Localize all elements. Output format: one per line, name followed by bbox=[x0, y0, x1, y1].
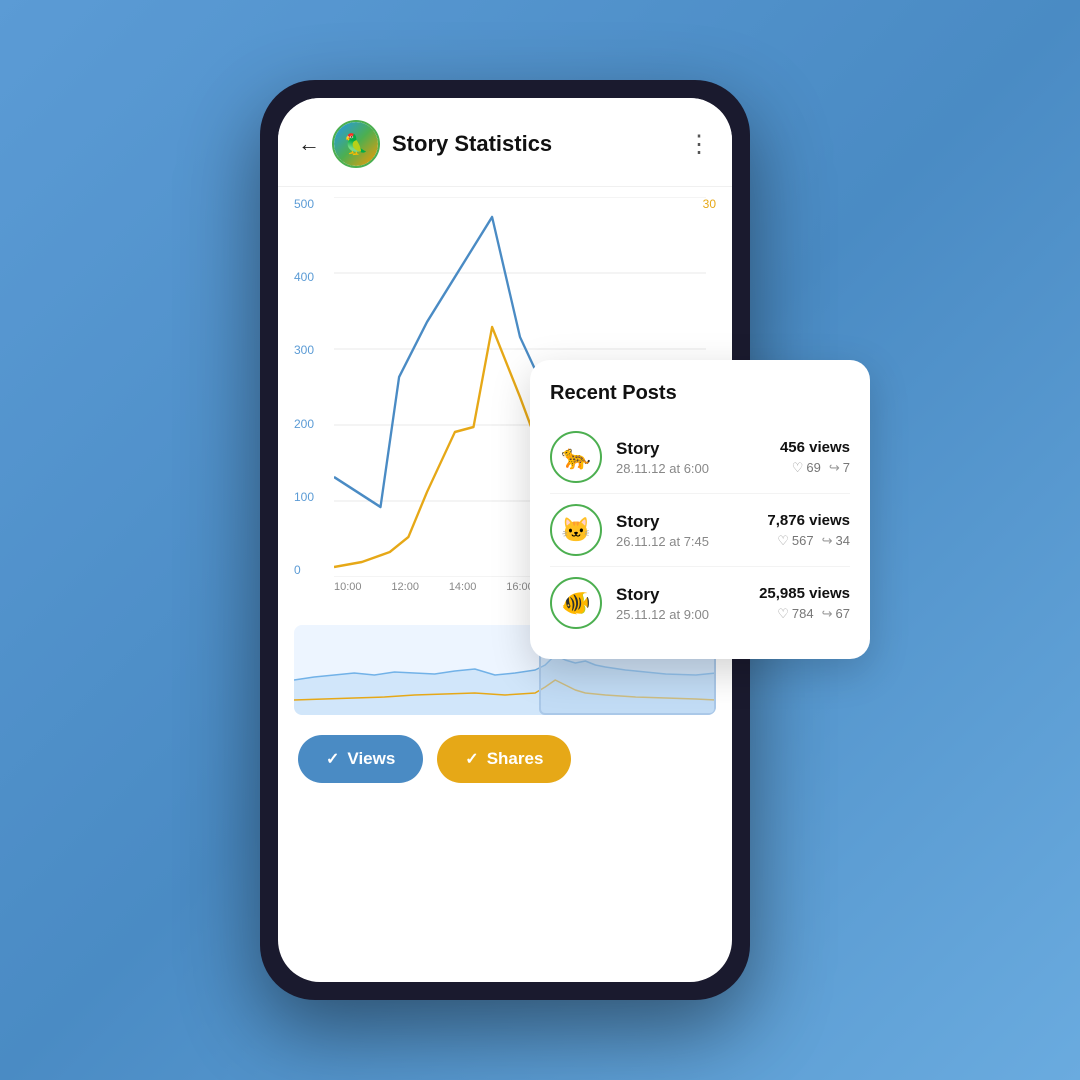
shares-item-1: ↪ 7 bbox=[829, 460, 850, 476]
post-stats-2: 7,876 views ♡ 567 ↪ 34 bbox=[767, 512, 850, 549]
post-avatar-3: 🐠 bbox=[550, 577, 602, 629]
views-check-icon: ✓ bbox=[326, 749, 339, 769]
share-icon-3: ↪ bbox=[822, 606, 833, 622]
post-engagement-1: ♡ 69 ↪ 7 bbox=[780, 460, 850, 476]
views-label: Views bbox=[347, 749, 395, 769]
shares-item-3: ↪ 67 bbox=[822, 606, 850, 622]
x-label-1: 10:00 bbox=[334, 581, 362, 593]
more-options-button[interactable]: ⋮ bbox=[687, 130, 712, 159]
post-views-3: 25,985 views bbox=[759, 585, 850, 602]
back-button[interactable]: ← bbox=[298, 131, 320, 157]
post-date-3: 25.11.12 at 9:00 bbox=[616, 607, 745, 622]
share-icon-2: ↪ bbox=[822, 533, 833, 549]
post-stats-3: 25,985 views ♡ 784 ↪ 67 bbox=[759, 585, 850, 622]
recent-posts-card: Recent Posts 🐆 Story 28.11.12 at 6:00 45… bbox=[530, 360, 870, 659]
heart-icon-3: ♡ bbox=[777, 606, 789, 622]
avatar-image: 🦜 bbox=[334, 122, 378, 166]
post-title-1: Story bbox=[616, 439, 766, 459]
y-label-500: 500 bbox=[294, 197, 314, 211]
post-item-2[interactable]: 🐱 Story 26.11.12 at 7:45 7,876 views ♡ 5… bbox=[550, 494, 850, 567]
shares-button[interactable]: ✓ Shares bbox=[437, 735, 571, 783]
shares-label: Shares bbox=[487, 749, 544, 769]
x-label-2: 12:00 bbox=[391, 581, 419, 593]
profile-avatar: 🦜 bbox=[332, 120, 380, 168]
likes-item-2: ♡ 567 bbox=[777, 533, 813, 549]
heart-icon-2: ♡ bbox=[777, 533, 789, 549]
app-header: ← 🦜 Story Statistics ⋮ bbox=[278, 98, 732, 187]
likes-count-3: 784 bbox=[792, 606, 814, 621]
y-axis-labels: 500 400 300 200 100 0 bbox=[294, 197, 314, 577]
shares-count-1: 7 bbox=[843, 460, 850, 475]
post-title-2: Story bbox=[616, 512, 753, 532]
y-label-200: 200 bbox=[294, 417, 314, 431]
likes-count-1: 69 bbox=[806, 460, 820, 475]
post-engagement-2: ♡ 567 ↪ 34 bbox=[767, 533, 850, 549]
heart-icon-1: ♡ bbox=[792, 460, 804, 476]
filter-buttons: ✓ Views ✓ Shares bbox=[278, 723, 732, 799]
phone-wrapper: ← 🦜 Story Statistics ⋮ 500 400 300 200 1… bbox=[260, 80, 820, 1000]
y-label-0: 0 bbox=[294, 563, 314, 577]
shares-item-2: ↪ 34 bbox=[822, 533, 850, 549]
likes-item-1: ♡ 69 bbox=[792, 460, 821, 476]
shares-check-icon: ✓ bbox=[465, 749, 478, 769]
post-views-1: 456 views bbox=[780, 439, 850, 456]
likes-item-3: ♡ 784 bbox=[777, 606, 813, 622]
shares-count-3: 67 bbox=[836, 606, 850, 621]
post-avatar-2: 🐱 bbox=[550, 504, 602, 556]
post-item-1[interactable]: 🐆 Story 28.11.12 at 6:00 456 views ♡ 69 … bbox=[550, 421, 850, 494]
share-icon-1: ↪ bbox=[829, 460, 840, 476]
recent-posts-title: Recent Posts bbox=[550, 382, 850, 405]
y-label-100: 100 bbox=[294, 490, 314, 504]
post-info-3: Story 25.11.12 at 9:00 bbox=[616, 585, 745, 622]
shares-count-2: 34 bbox=[836, 533, 850, 548]
likes-count-2: 567 bbox=[792, 533, 814, 548]
post-date-1: 28.11.12 at 6:00 bbox=[616, 461, 766, 476]
post-views-2: 7,876 views bbox=[767, 512, 850, 529]
x-label-3: 14:00 bbox=[449, 581, 477, 593]
post-date-2: 26.11.12 at 7:45 bbox=[616, 534, 753, 549]
post-engagement-3: ♡ 784 ↪ 67 bbox=[759, 606, 850, 622]
post-stats-1: 456 views ♡ 69 ↪ 7 bbox=[780, 439, 850, 476]
y-label-300: 300 bbox=[294, 343, 314, 357]
post-info-2: Story 26.11.12 at 7:45 bbox=[616, 512, 753, 549]
post-title-3: Story bbox=[616, 585, 745, 605]
y-label-400: 400 bbox=[294, 270, 314, 284]
page-title: Story Statistics bbox=[392, 131, 675, 157]
post-item-3[interactable]: 🐠 Story 25.11.12 at 9:00 25,985 views ♡ … bbox=[550, 567, 850, 639]
views-button[interactable]: ✓ Views bbox=[298, 735, 423, 783]
post-info-1: Story 28.11.12 at 6:00 bbox=[616, 439, 766, 476]
post-avatar-1: 🐆 bbox=[550, 431, 602, 483]
